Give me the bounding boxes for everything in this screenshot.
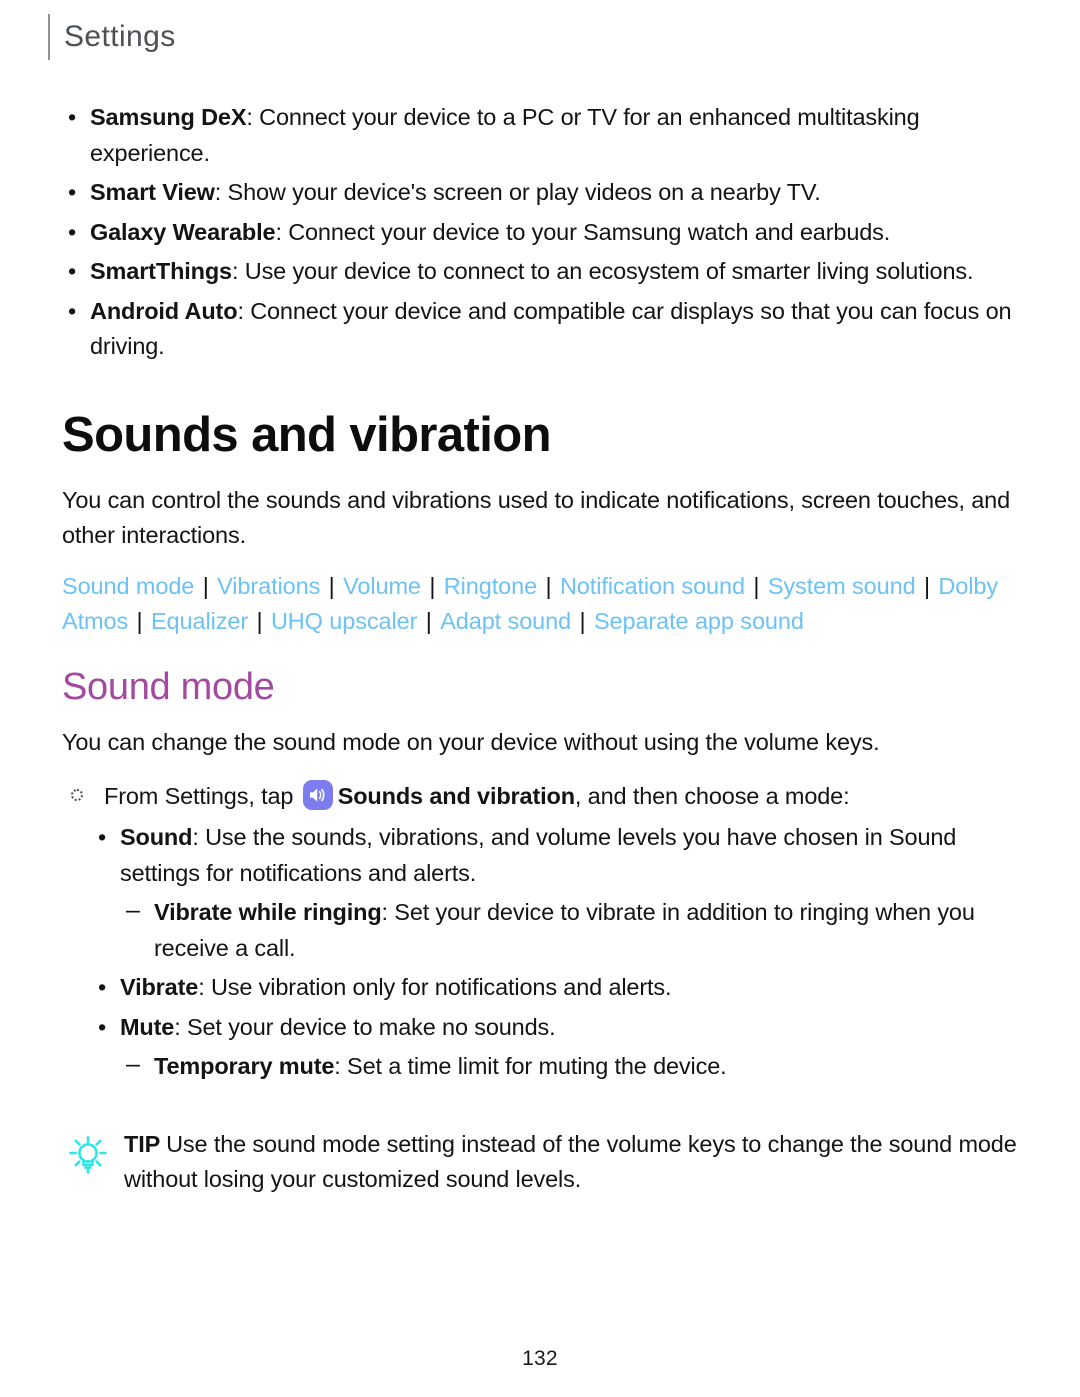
list-item-term: Vibrate [120,974,199,1001]
link-separator: | [419,608,439,635]
sub-list-item-text: : Set a time limit for muting the device… [334,1053,727,1080]
mode-sub-list: – Temporary mute: Set a time limit for mu… [124,1049,1024,1085]
bullet-dot-icon: • [68,297,77,324]
page-number-footer: 132 [522,1347,558,1370]
list-item-text: : Use vibration only for notifications a… [198,974,672,1001]
step-text-after-bold: , and then choose a mode: [574,783,850,810]
list-item-text: : Use your device to connect to an ecosy… [231,258,974,284]
sounds-and-vibration-app-icon[interactable] [302,780,333,811]
section-links: Sound mode | Vibrations | Volume | Ringt… [62,569,1024,639]
section-intro-paragraph: You can control the sounds and vibration… [62,487,1011,549]
sub-list-item-term: Vibrate while ringing [154,899,382,926]
bullet-dot-icon: • [98,1013,107,1040]
tip-label: TIP [124,1130,161,1157]
list-item-text: : Use the sounds, vibrations, and volume… [120,824,957,886]
sub-list-item: – Temporary mute: Set a time limit for mu… [124,1049,1024,1085]
sub-list-item: – Vibrate while ringing: Set your device … [124,895,1024,966]
list-item: • Sound: Use the sounds, vibrations, and … [92,820,1024,891]
page-header-title: Settings [64,20,176,53]
bullet-dot-icon: • [98,974,107,1001]
dash-bullet-icon: – [126,1050,140,1079]
list-item-term: SmartThings [90,258,232,284]
list-item: • Smart View: Show your device's screen o… [62,175,1024,211]
main-content: • Samsung DeX: Connect your device to a P… [62,100,1024,1198]
list-item: • Mute: Set your device to make no sounds… [92,1010,1024,1046]
link-separator: | [422,573,442,600]
section-link[interactable]: Sound mode [62,573,194,599]
step-list: From Settings, tap Sounds and vibration,… [62,778,1024,814]
connections-bullet-list: • Samsung DeX: Connect your device to a P… [62,100,1024,365]
step-item-open-sounds: From Settings, tap Sounds and vibration,… [62,778,1024,814]
lightbulb-tip-icon [62,1129,114,1181]
link-separator: | [322,573,342,600]
list-item-term: Mute [120,1013,175,1040]
page-header: Settings [48,14,176,60]
section-link[interactable]: Ringtone [444,573,537,599]
section-link[interactable]: System sound [768,573,916,599]
section-heading: Sounds and vibration [62,407,552,462]
step-text-before-icon: From Settings, tap [104,783,300,810]
link-separator: | [130,608,149,635]
link-separator: | [746,573,766,600]
header-divider [48,14,50,60]
sound-modes-list: • Sound: Use the sounds, vibrations, and … [62,820,1024,1085]
section-link[interactable]: Adapt sound [440,608,571,634]
link-separator: | [917,573,937,600]
sub-list-item-term: Temporary mute [154,1053,335,1080]
hollow-circle-bullet-icon [71,789,83,802]
bullet-dot-icon: • [68,258,77,284]
list-item: • Galaxy Wearable: Connect your device to… [62,215,1024,251]
list-item: • Samsung DeX: Connect your device to a P… [62,100,1024,171]
list-item-term: Sound [120,824,193,851]
section-link[interactable]: UHQ upscaler [271,608,417,634]
list-item-text: : Set your device to make no sounds. [174,1013,556,1040]
list-item-term: Galaxy Wearable [90,218,276,245]
list-item-text: : Show your device's screen or play vide… [214,179,821,205]
bullet-dot-icon: • [68,104,77,130]
bullet-dot-icon: • [68,218,77,245]
tip-block: TIP Use the sound mode setting instead of… [62,1127,1024,1198]
section-link[interactable]: Notification sound [560,573,745,599]
section-link[interactable]: Separate app sound [594,608,804,634]
mode-group: • Vibrate: Use vibration only for notific… [92,970,1024,1006]
mode-sub-list: – Vibrate while ringing: Set your device … [124,895,1024,966]
mode-group: • Mute: Set your device to make no sounds… [92,1010,1024,1046]
mode-group: • Sound: Use the sounds, vibrations, and … [92,820,1024,891]
step-bold-target: Sounds and vibration [337,783,575,810]
section-link[interactable]: Volume [343,573,421,599]
list-item-term: Samsung DeX [90,104,247,130]
list-item-term: Android Auto [90,297,238,324]
bullet-dot-icon: • [68,179,77,205]
subsection-heading: Sound mode [62,666,275,709]
section-link[interactable]: Vibrations [217,573,320,599]
section-link[interactable]: Equalizer [151,608,248,634]
link-separator: | [539,573,558,600]
list-item-text: : Connect your device to your Samsung wa… [275,218,891,245]
list-item: • Vibrate: Use vibration only for notific… [92,970,1024,1006]
tip-text: Use the sound mode setting instead of th… [124,1130,1017,1193]
link-separator: | [196,573,216,600]
list-item: • Android Auto: Connect your device and c… [62,294,1024,365]
dash-bullet-icon: – [126,896,140,925]
list-item-term: Smart View [90,179,215,205]
subsection-intro-paragraph: You can change the sound mode on your de… [62,729,880,756]
bullet-dot-icon: • [98,824,107,851]
link-separator: | [573,608,592,635]
list-item: • SmartThings: Use your device to connect… [62,254,1024,290]
link-separator: | [250,608,269,635]
